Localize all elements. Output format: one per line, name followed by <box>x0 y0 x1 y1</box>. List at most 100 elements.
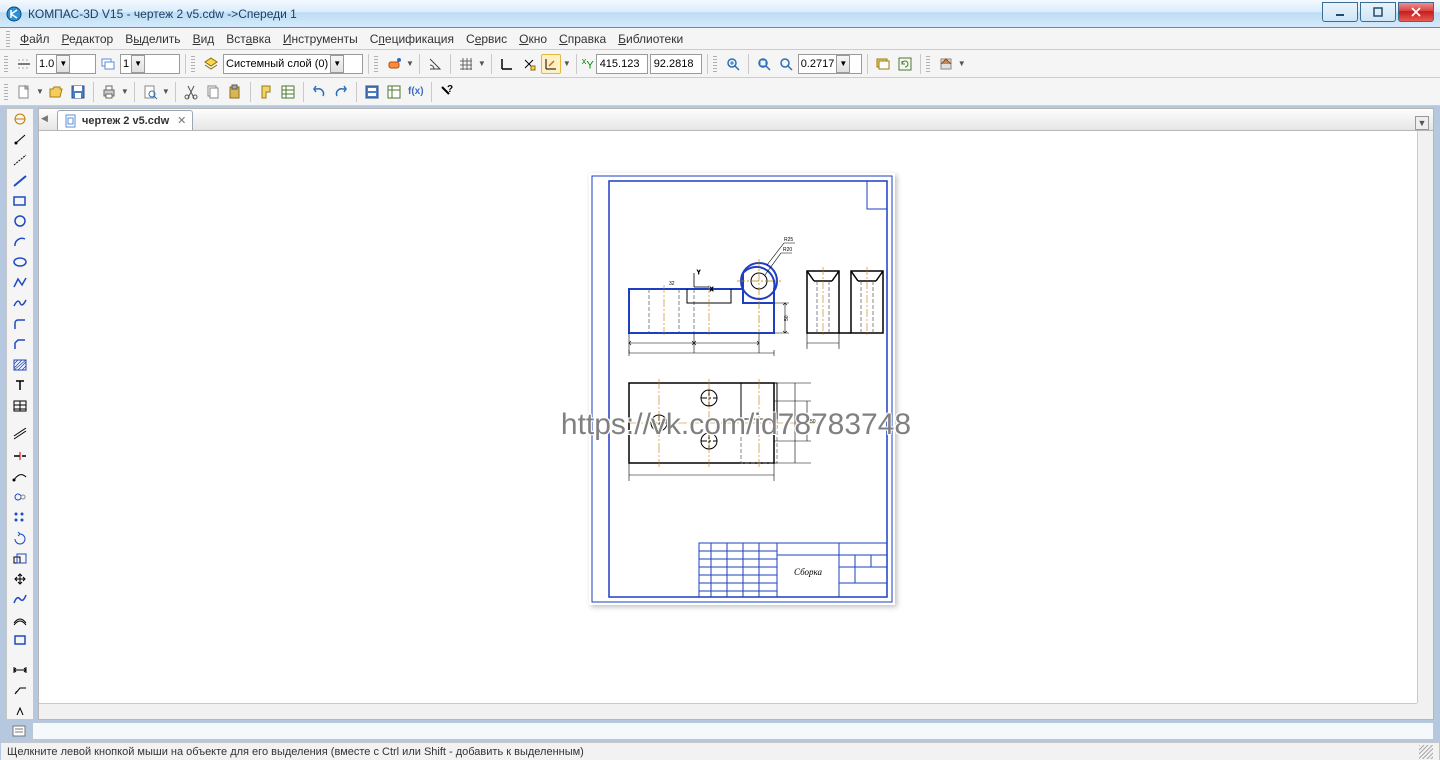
chevron-down-icon[interactable]: ▼ <box>330 55 344 73</box>
chevron-down-icon[interactable]: ▼ <box>131 55 145 73</box>
leader-icon[interactable] <box>10 682 30 698</box>
scale-icon[interactable] <box>10 550 30 566</box>
polyline-icon[interactable] <box>10 275 30 291</box>
fillet-icon[interactable] <box>10 316 30 332</box>
zoom-combo[interactable]: 0.2717▼ <box>798 54 862 74</box>
trim-icon[interactable] <box>10 448 30 464</box>
menu-spec[interactable]: Спецификация <box>364 30 460 48</box>
menu-view[interactable]: Вид <box>187 30 221 48</box>
angle-icon[interactable] <box>425 54 445 74</box>
extend-icon[interactable] <box>10 468 30 484</box>
canvas[interactable]: YX 32 R25 R20 <box>39 131 1433 719</box>
menu-libs[interactable]: Библиотеки <box>612 30 689 48</box>
menu-service[interactable]: Сервис <box>460 30 513 48</box>
move-icon[interactable] <box>10 570 30 586</box>
zoom-fit-icon[interactable] <box>754 54 774 74</box>
print-icon[interactable] <box>99 82 119 102</box>
window-list-icon[interactable] <box>873 54 893 74</box>
minimize-button[interactable] <box>1322 2 1358 22</box>
ortho-icon[interactable] <box>497 54 517 74</box>
command-history-icon[interactable] <box>9 721 29 741</box>
document-tab[interactable]: чертеж 2 v5.cdw ✕ <box>57 110 193 130</box>
array-icon[interactable] <box>10 509 30 525</box>
layer-num-combo[interactable]: 1▼ <box>120 54 180 74</box>
line-style-icon[interactable] <box>14 54 34 74</box>
resize-grip-icon[interactable] <box>1419 745 1433 759</box>
menu-insert[interactable]: Вставка <box>220 30 277 48</box>
orientation-icon[interactable] <box>936 54 956 74</box>
offset-icon[interactable] <box>10 427 30 443</box>
menu-edit[interactable]: Редактор <box>56 30 120 48</box>
eraser-icon[interactable] <box>384 54 404 74</box>
contour-icon[interactable] <box>10 632 30 648</box>
cut-icon[interactable] <box>181 82 201 102</box>
menu-tools[interactable]: Инструменты <box>277 30 364 48</box>
coord-x-field[interactable]: 415.123 <box>596 54 648 74</box>
menu-file[interactable]: Файл <box>14 30 56 48</box>
grip-icon <box>191 56 195 72</box>
chevron-down-icon[interactable]: ▼ <box>56 55 70 73</box>
save-icon[interactable] <box>68 82 88 102</box>
tab-close-icon[interactable]: ✕ <box>177 114 186 127</box>
variables-icon[interactable] <box>384 82 404 102</box>
svg-text:50: 50 <box>784 315 790 321</box>
layers-icon[interactable] <box>98 54 118 74</box>
arc-icon[interactable] <box>10 234 30 250</box>
mirror-icon[interactable] <box>10 489 30 505</box>
line-icon[interactable] <box>10 172 30 188</box>
properties-icon[interactable] <box>278 82 298 102</box>
geometry-icon[interactable] <box>10 111 30 127</box>
grid-icon[interactable] <box>456 54 476 74</box>
rotate-icon[interactable] <box>10 529 30 545</box>
preview-icon[interactable] <box>140 82 160 102</box>
scrollbar-horizontal[interactable] <box>39 703 1417 719</box>
close-button[interactable] <box>1398 2 1434 22</box>
format-painter-icon[interactable] <box>256 82 276 102</box>
maximize-button[interactable] <box>1360 2 1396 22</box>
aux-line-icon[interactable] <box>10 152 30 168</box>
lineweight-combo[interactable]: 1.0▼ <box>36 54 96 74</box>
undo-icon[interactable] <box>309 82 329 102</box>
rect-icon[interactable] <box>10 193 30 209</box>
zoom-window-icon[interactable] <box>723 54 743 74</box>
point-icon[interactable] <box>10 131 30 147</box>
help-icon[interactable]: ? <box>437 82 457 102</box>
menu-select[interactable]: Выделить <box>119 30 186 48</box>
equidistant-icon[interactable] <box>10 611 30 627</box>
manager-icon[interactable] <box>362 82 382 102</box>
chevron-down-icon[interactable]: ▼ <box>836 55 850 73</box>
new-doc-icon[interactable] <box>14 82 34 102</box>
hatch-icon[interactable] <box>10 356 30 372</box>
copy-icon[interactable] <box>203 82 223 102</box>
app-icon <box>6 6 22 22</box>
tabs-dropdown-icon[interactable]: ▼ <box>1415 116 1429 130</box>
command-input[interactable] <box>32 722 1434 740</box>
curve-icon[interactable] <box>10 591 30 607</box>
menu-window[interactable]: Окно <box>513 30 553 48</box>
text-icon[interactable] <box>10 377 30 393</box>
left-toolbox <box>6 108 34 720</box>
dimension-icon[interactable] <box>10 662 30 678</box>
scrollbar-vertical[interactable] <box>1417 131 1433 703</box>
open-icon[interactable] <box>46 82 66 102</box>
ellipse-icon[interactable] <box>10 254 30 270</box>
menu-help[interactable]: Справка <box>553 30 612 48</box>
refresh-view-icon[interactable] <box>895 54 915 74</box>
coord-y-field[interactable]: 92.2818 <box>650 54 702 74</box>
chevron-left-icon[interactable]: ◀ <box>41 113 48 124</box>
coord-toggle-icon[interactable] <box>541 54 561 74</box>
xy-label: xY <box>582 56 594 72</box>
roughness-icon[interactable] <box>10 703 30 719</box>
table-icon[interactable] <box>10 397 30 413</box>
zoom-scale-icon[interactable] <box>776 54 796 74</box>
layer-manager-icon[interactable] <box>201 54 221 74</box>
snap-icon[interactable] <box>519 54 539 74</box>
circle-icon[interactable] <box>10 213 30 229</box>
spline-icon[interactable] <box>10 295 30 311</box>
redo-icon[interactable] <box>331 82 351 102</box>
layer-name-combo[interactable]: Системный слой (0)▼ <box>223 54 363 74</box>
paste-icon[interactable] <box>225 82 245 102</box>
layer-name-value: Системный слой (0) <box>226 58 328 70</box>
chamfer-icon[interactable] <box>10 336 30 352</box>
fx-icon[interactable]: f(x) <box>406 82 426 102</box>
